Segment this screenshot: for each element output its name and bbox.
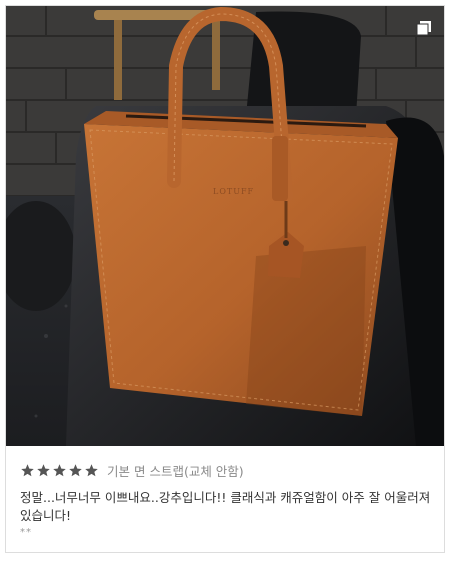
- bag-photo-illustration: LOTUFF: [6, 6, 444, 446]
- review-photo[interactable]: LOTUFF: [6, 6, 444, 446]
- star-icon: [21, 463, 34, 476]
- product-option: 기본 면 스트랩(교체 안함): [107, 463, 244, 479]
- review-text: 정말...너무너무 이쁘내요..강추입니다!! 클래식과 캐쥬얼함이 아주 잘 …: [20, 490, 431, 523]
- bag-brand-emboss: LOTUFF: [213, 187, 254, 196]
- rating-stars: [20, 463, 99, 478]
- multiple-images-icon: [416, 20, 432, 36]
- star-icon: [53, 463, 66, 476]
- star-icon: [69, 463, 82, 476]
- review-meta: 기본 면 스트랩(교체 안함): [20, 461, 432, 479]
- review-content: 기본 면 스트랩(교체 안함) 정말...너무너무 이쁘내요..강추입니다!! …: [20, 461, 432, 539]
- review-footnote: **: [20, 527, 32, 538]
- star-icon: [85, 463, 98, 476]
- review-card[interactable]: LOTUFF 기본 면 스트랩(교체 안함) 정말...너무너무 이쁘내요..강…: [5, 5, 445, 553]
- star-icon: [37, 463, 50, 476]
